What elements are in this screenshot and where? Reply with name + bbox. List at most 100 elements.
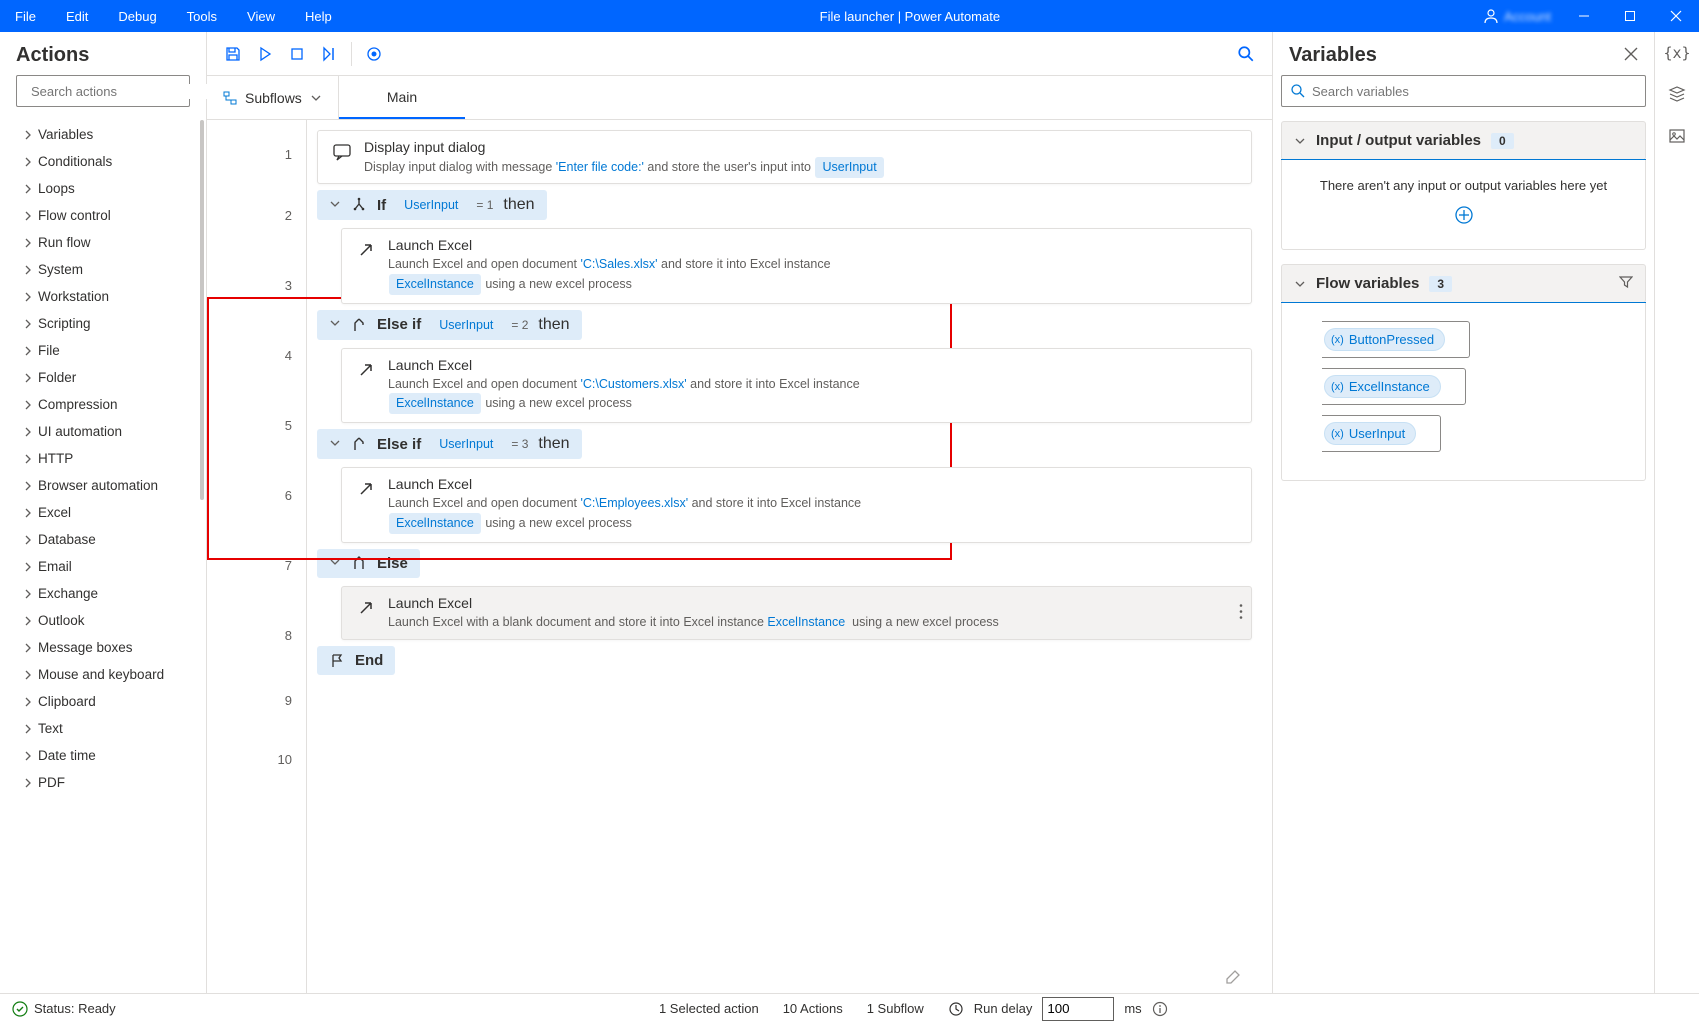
- action-category-folder[interactable]: Folder: [0, 364, 206, 391]
- action-category-outlook[interactable]: Outlook: [0, 607, 206, 634]
- step-else[interactable]: Else: [317, 549, 420, 578]
- action-category-run-flow[interactable]: Run flow: [0, 229, 206, 256]
- account-badge[interactable]: Account: [1473, 8, 1561, 24]
- step-launch-excel-blank[interactable]: Launch Excel Launch Excel with a blank d…: [341, 586, 1252, 641]
- flow-variable-userinput[interactable]: (x) UserInput: [1322, 415, 1441, 452]
- chevron-down-icon: [1294, 278, 1306, 290]
- step-launch-excel-customers[interactable]: Launch Excel Launch Excel and open docum…: [341, 348, 1252, 424]
- action-category-flow-control[interactable]: Flow control: [0, 202, 206, 229]
- io-empty-text: There aren't any input or output variabl…: [1292, 178, 1635, 193]
- step-launch-excel-sales[interactable]: Launch Excel Launch Excel and open docum…: [341, 228, 1252, 304]
- action-category-text[interactable]: Text: [0, 715, 206, 742]
- action-category-loops[interactable]: Loops: [0, 175, 206, 202]
- search-flow-button[interactable]: [1230, 38, 1262, 70]
- action-category-browser-automation[interactable]: Browser automation: [0, 472, 206, 499]
- branch-icon: [351, 197, 367, 213]
- step-if[interactable]: If UserInput = 1 then: [317, 190, 547, 220]
- action-category-variables[interactable]: Variables: [0, 121, 206, 148]
- variables-rail-icon[interactable]: {x}: [1663, 44, 1690, 62]
- variables-title: Variables: [1289, 44, 1377, 67]
- step-launch-excel-employees[interactable]: Launch Excel Launch Excel and open docum…: [341, 467, 1252, 543]
- person-icon: [1483, 8, 1499, 24]
- variables-search-input[interactable]: [1312, 84, 1637, 99]
- add-io-variable-button[interactable]: [1292, 205, 1635, 231]
- flow-variables-header[interactable]: Flow variables 3: [1281, 264, 1646, 303]
- line-number: 5: [207, 382, 306, 470]
- stop-button[interactable]: [281, 38, 313, 70]
- variables-search[interactable]: [1281, 75, 1646, 107]
- menu-file[interactable]: File: [0, 0, 51, 32]
- flow-canvas[interactable]: 12345678910 Display input dialog Display…: [207, 120, 1272, 993]
- layers-icon[interactable]: [1668, 84, 1686, 105]
- action-category-database[interactable]: Database: [0, 526, 206, 553]
- menu-edit[interactable]: Edit: [51, 0, 103, 32]
- chevron-right-icon: [22, 480, 34, 492]
- dialog-icon: [332, 142, 352, 162]
- io-variables-header[interactable]: Input / output variables 0: [1281, 121, 1646, 160]
- close-vars-button[interactable]: [1624, 47, 1638, 64]
- action-category-email[interactable]: Email: [0, 553, 206, 580]
- action-category-http[interactable]: HTTP: [0, 445, 206, 472]
- filter-button[interactable]: [1619, 275, 1633, 292]
- action-category-scripting[interactable]: Scripting: [0, 310, 206, 337]
- collapse-icon[interactable]: [329, 198, 341, 213]
- scrollbar-thumb[interactable]: [200, 120, 204, 500]
- close-button[interactable]: [1653, 0, 1699, 32]
- eraser-icon[interactable]: [1224, 966, 1242, 987]
- maximize-button[interactable]: [1607, 0, 1653, 32]
- chevron-right-icon: [22, 372, 34, 384]
- step-elseif-2[interactable]: Else if UserInput = 2 then: [317, 310, 582, 340]
- action-category-compression[interactable]: Compression: [0, 391, 206, 418]
- collapse-icon[interactable]: [329, 437, 341, 452]
- action-category-ui-automation[interactable]: UI automation: [0, 418, 206, 445]
- step-title: Launch Excel: [388, 476, 861, 492]
- actions-tree[interactable]: VariablesConditionalsLoopsFlow controlRu…: [0, 117, 206, 993]
- step-description: Launch Excel and open document 'C:\Custo…: [388, 375, 860, 415]
- actions-search[interactable]: [16, 75, 190, 107]
- designer-area: Subflows Main 12345678910 Display input …: [207, 32, 1273, 993]
- step-display-input-dialog[interactable]: Display input dialog Display input dialo…: [317, 130, 1252, 184]
- action-category-mouse-and-keyboard[interactable]: Mouse and keyboard: [0, 661, 206, 688]
- run-button[interactable]: [249, 38, 281, 70]
- info-icon[interactable]: [1152, 1001, 1168, 1017]
- chevron-right-icon: [22, 561, 34, 573]
- step-description: Launch Excel with a blank document and s…: [388, 613, 999, 632]
- step-button[interactable]: [313, 38, 345, 70]
- action-category-message-boxes[interactable]: Message boxes: [0, 634, 206, 661]
- menu-tools[interactable]: Tools: [172, 0, 232, 32]
- chevron-right-icon: [22, 507, 34, 519]
- more-button[interactable]: [1239, 603, 1243, 622]
- image-icon[interactable]: [1668, 127, 1686, 148]
- step-description: Launch Excel and open document 'C:\Emplo…: [388, 494, 861, 534]
- action-category-system[interactable]: System: [0, 256, 206, 283]
- step-end[interactable]: End: [317, 646, 395, 675]
- collapse-icon[interactable]: [329, 317, 341, 332]
- actions-panel: Actions VariablesConditionalsLoopsFlow c…: [0, 32, 207, 993]
- menu-view[interactable]: View: [232, 0, 290, 32]
- step-elseif-3[interactable]: Else if UserInput = 3 then: [317, 429, 582, 459]
- subflows-dropdown[interactable]: Subflows: [207, 76, 339, 119]
- action-category-pdf[interactable]: PDF: [0, 769, 206, 796]
- chevron-right-icon: [22, 237, 34, 249]
- step-description: Launch Excel and open document 'C:\Sales…: [388, 255, 831, 295]
- actions-search-input[interactable]: [31, 84, 207, 99]
- action-category-date-time[interactable]: Date time: [0, 742, 206, 769]
- chevron-right-icon: [22, 210, 34, 222]
- record-button[interactable]: [358, 38, 390, 70]
- save-button[interactable]: [217, 38, 249, 70]
- action-category-workstation[interactable]: Workstation: [0, 283, 206, 310]
- tab-main[interactable]: Main: [339, 76, 465, 119]
- flow-variable-excelinstance[interactable]: (x) ExcelInstance: [1322, 368, 1466, 405]
- menu-help[interactable]: Help: [290, 0, 347, 32]
- action-category-clipboard[interactable]: Clipboard: [0, 688, 206, 715]
- action-category-file[interactable]: File: [0, 337, 206, 364]
- action-category-conditionals[interactable]: Conditionals: [0, 148, 206, 175]
- flow-variable-buttonpressed[interactable]: (x) ButtonPressed: [1322, 321, 1470, 358]
- collapse-icon[interactable]: [329, 556, 341, 571]
- action-category-exchange[interactable]: Exchange: [0, 580, 206, 607]
- minimize-button[interactable]: [1561, 0, 1607, 32]
- chevron-down-icon: [310, 92, 322, 104]
- menu-debug[interactable]: Debug: [103, 0, 171, 32]
- action-category-excel[interactable]: Excel: [0, 499, 206, 526]
- delay-input[interactable]: [1042, 997, 1114, 1021]
